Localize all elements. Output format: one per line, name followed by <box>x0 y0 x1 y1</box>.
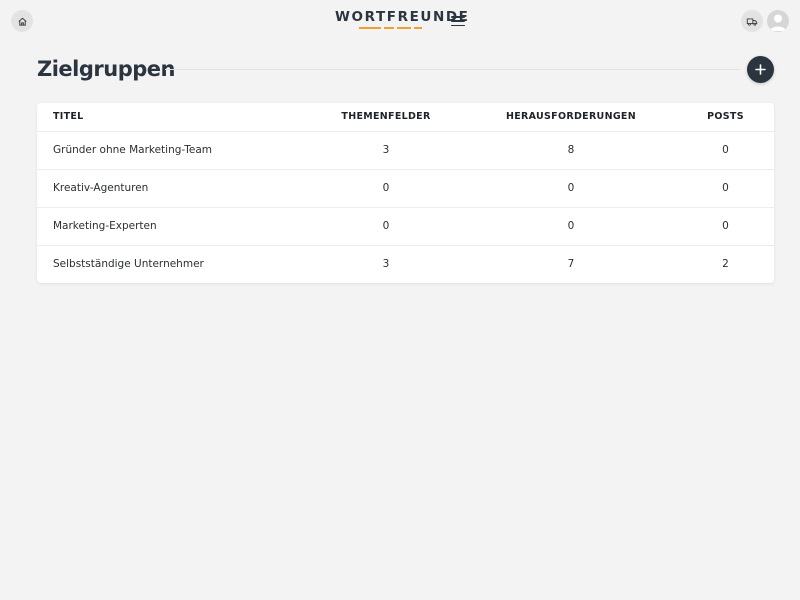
top-bar: WORTFREUNDE <box>0 0 800 44</box>
brand-logo[interactable]: WORTFREUNDE <box>335 9 470 29</box>
column-header-themenfelder[interactable]: THEMENFELDER <box>307 103 465 132</box>
page-title: Zielgruppen <box>37 57 175 81</box>
row-posts: 0 <box>677 169 774 208</box>
column-header-posts[interactable]: POSTS <box>677 103 774 132</box>
delivery-button[interactable] <box>741 10 763 32</box>
row-herausforderungen: 0 <box>465 169 677 208</box>
row-title[interactable]: Kreativ-Agenturen <box>37 169 307 208</box>
row-herausforderungen: 7 <box>567 258 575 271</box>
column-header-herausforderungen[interactable]: HERAUSFORDERUNGEN <box>465 103 677 132</box>
table-header-row: TITEL THEMENFELDER HERAUSFORDERUNGEN POS… <box>37 103 774 132</box>
user-avatar-icon <box>770 14 786 31</box>
target-groups-table-card: TITEL THEMENFELDER HERAUSFORDERUNGEN POS… <box>37 103 774 283</box>
row-herausforderungen: 0 <box>465 207 677 246</box>
home-icon <box>18 17 26 26</box>
home-button[interactable] <box>11 10 33 32</box>
table-row[interactable]: Kreativ-Agenturen 0 0 0 <box>37 169 774 208</box>
title-divider <box>165 69 740 70</box>
user-avatar[interactable] <box>767 10 789 32</box>
row-themenfelder: 3 <box>307 131 465 170</box>
row-themenfelder: 3 <box>382 258 390 271</box>
row-title[interactable]: Gründer ohne Marketing-Team <box>37 131 307 170</box>
brand-underline <box>335 27 445 29</box>
row-herausforderungen: 8 <box>465 131 677 170</box>
row-posts: 0 <box>677 207 774 246</box>
row-themenfelder: 0 <box>307 207 465 246</box>
table-row[interactable]: Selbstständige Unternehmer 3 7 2 <box>37 245 774 283</box>
target-groups-table: TITEL THEMENFELDER HERAUSFORDERUNGEN POS… <box>37 103 774 283</box>
row-themenfelder: 0 <box>307 169 465 208</box>
row-title[interactable]: Marketing-Experten <box>37 207 307 246</box>
row-title[interactable]: Selbstständige Unternehmer <box>37 245 307 283</box>
page-header: Zielgruppen <box>37 54 774 84</box>
add-target-group-button[interactable] <box>747 56 774 83</box>
column-header-titel[interactable]: TITEL <box>37 103 307 132</box>
row-posts: 0 <box>677 131 774 170</box>
row-posts: 2 <box>722 258 729 271</box>
hamburger-menu-icon[interactable] <box>451 15 465 27</box>
table-row[interactable]: Marketing-Experten 0 0 0 <box>37 207 774 246</box>
brand-name: WORTFREUNDE <box>335 9 470 25</box>
table-row[interactable]: Gründer ohne Marketing-Team 3 8 0 <box>37 131 774 170</box>
plus-icon <box>755 64 766 75</box>
truck-icon <box>746 17 758 26</box>
